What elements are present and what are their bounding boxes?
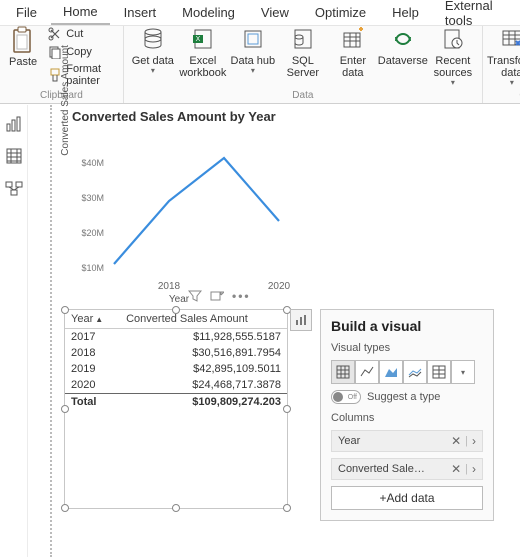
sort-asc-icon: ▲ [95,315,103,324]
chart-ylabel: Converted Sales Amount [60,45,71,156]
chevron-down-icon: ▾ [251,67,255,76]
resize-handle[interactable] [61,306,69,314]
columns-label: Columns [331,412,483,424]
table-plus-icon [339,25,367,53]
svg-text:$10M: $10M [81,263,104,273]
build-visual-panel: Build a visual Visual types ▾ Off Sugges… [320,309,494,521]
database-icon [139,25,167,53]
dataverse-icon [389,25,417,53]
field-menu-icon[interactable]: › [472,434,476,448]
visualtype-matrix[interactable] [427,360,451,384]
chart-xlabel: Year [169,294,189,305]
excel-icon: X [189,25,217,53]
resize-handle[interactable] [172,504,180,512]
remove-field-icon[interactable]: ✕ [451,462,461,476]
field-menu-icon[interactable]: › [472,462,476,476]
getdata-button[interactable]: Get data▾ [130,21,176,76]
formatpainter-button[interactable]: Format painter [44,62,117,88]
chevron-down-icon: ▾ [510,79,514,88]
datahub-icon [239,25,267,53]
switch-visual-button[interactable] [290,309,312,331]
more-options-icon[interactable]: ••• [232,289,246,303]
focus-mode-icon[interactable] [210,289,224,303]
table-header-year[interactable]: Year▲ [65,310,120,329]
recentsources-button[interactable]: Recent sources▾ [430,21,476,88]
resize-handle[interactable] [283,504,291,512]
svg-text:2018: 2018 [158,281,181,292]
dataverse-button[interactable]: Dataverse [380,21,426,67]
visual-types-label: Visual types [331,342,483,354]
visualtype-table[interactable] [331,360,355,384]
filter-icon[interactable] [188,289,202,303]
sqlserver-button[interactable]: SQL Server [280,21,326,79]
suggest-label: Suggest a type [367,391,440,403]
excel-button[interactable]: X Excel workbook [180,21,226,79]
svg-text:$20M: $20M [81,228,104,238]
menu-tab-file[interactable]: File [4,1,49,24]
resize-handle[interactable] [172,306,180,314]
scissors-icon [48,27,62,41]
paste-button[interactable]: Paste [6,22,40,68]
suggest-toggle[interactable]: Off [331,390,361,404]
column-field-year[interactable]: Year ✕|› [331,430,483,452]
add-data-button[interactable]: +Add data [331,486,483,510]
transform-icon [498,25,520,53]
column-field-amount[interactable]: Converted Sale… ✕|› [331,458,483,480]
copy-button[interactable]: Copy [44,44,117,60]
table-row[interactable]: 2018$30,516,891.7954 [65,345,287,361]
recent-icon [439,25,467,53]
svg-text:$30M: $30M [81,193,104,203]
line-chart: $10M $20M $30M $40M 2018 2020 Converted … [64,121,294,301]
report-view-icon[interactable] [5,115,23,133]
visualtype-area[interactable] [379,360,403,384]
cut-button[interactable]: Cut [44,26,117,42]
table-header-amount[interactable]: Converted Sales Amount [120,310,287,329]
visualtype-more[interactable]: ▾ [451,360,475,384]
queries-group-label: Queries [489,90,520,101]
remove-field-icon[interactable]: ✕ [451,434,461,448]
paste-label: Paste [9,56,37,68]
data-group-label: Data [130,90,476,101]
table-row[interactable]: 2019$42,895,109.5011 [65,361,287,377]
panel-title: Build a visual [331,318,483,334]
chevron-down-icon: ▾ [151,67,155,76]
svg-text:$40M: $40M [81,158,104,168]
visualtype-line[interactable] [355,360,379,384]
data-view-icon[interactable] [5,147,23,165]
datahub-button[interactable]: Data hub▾ [230,21,276,76]
svg-text:X: X [196,36,201,43]
table-row[interactable]: 2020$24,468,717.3878 [65,377,287,394]
enterdata-button[interactable]: Enter data [330,21,376,79]
chevron-down-icon: ▾ [451,79,455,88]
model-view-icon[interactable] [5,179,23,197]
visualtype-stacked[interactable] [403,360,427,384]
page-guide [50,105,52,557]
resize-handle[interactable] [61,405,69,413]
table-visual[interactable]: Year▲ Converted Sales Amount 2017$11,928… [64,309,288,509]
chevron-down-icon: ▾ [461,368,465,377]
clipboard-icon [9,26,37,54]
svg-text:2020: 2020 [268,281,291,292]
sql-icon [289,25,317,53]
transformdata-button[interactable]: Transform data▾ [489,21,520,88]
resize-handle[interactable] [283,405,291,413]
resize-handle[interactable] [61,504,69,512]
table-row[interactable]: 2017$11,928,555.5187 [65,329,287,346]
table-total-row: Total$109,809,274.203 [65,394,287,411]
